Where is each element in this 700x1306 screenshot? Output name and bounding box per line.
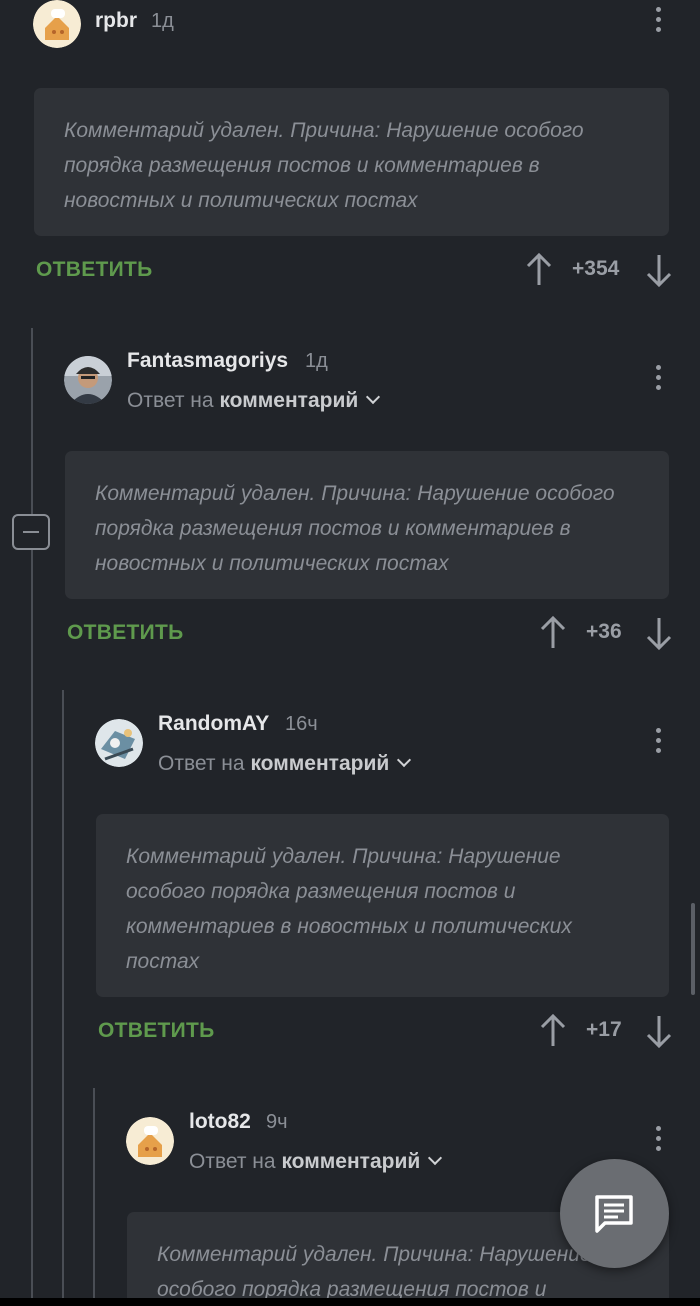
collapse-thread-button[interactable] <box>12 514 50 550</box>
arrow-down-icon[interactable] <box>644 1013 674 1049</box>
arrow-down-icon[interactable] <box>644 615 674 651</box>
comment-icon <box>595 1195 633 1233</box>
reply-to-prefix: Ответ на <box>189 1150 276 1173</box>
comment-author[interactable]: rpbr <box>95 9 137 33</box>
reply-to-prefix: Ответ на <box>127 389 214 412</box>
reply-to-target[interactable]: комментарий <box>250 752 389 775</box>
comment-body: Комментарий удален. Причина: Нарушение о… <box>34 88 669 236</box>
reply-to-link[interactable]: Ответ на комментарий <box>158 752 412 776</box>
system-nav-bar <box>0 1298 700 1306</box>
vote-controls: +17 <box>538 1013 674 1049</box>
thread-line-level-2 <box>62 690 64 1298</box>
comment-author[interactable]: RandomAY <box>158 712 269 736</box>
reply-button[interactable]: ОТВЕТИТЬ <box>98 1019 215 1043</box>
arrow-down-icon[interactable] <box>644 252 674 288</box>
reply-button[interactable]: ОТВЕТИТЬ <box>67 621 184 645</box>
chevron-down-icon[interactable] <box>428 1150 443 1166</box>
kebab-menu-icon[interactable] <box>646 5 670 35</box>
chevron-down-icon[interactable] <box>366 389 381 405</box>
write-comment-button[interactable] <box>560 1159 669 1268</box>
avatar[interactable] <box>126 1117 174 1165</box>
reply-button[interactable]: ОТВЕТИТЬ <box>36 258 153 282</box>
comment-time: 16ч <box>285 713 318 735</box>
comment-time: 9ч <box>266 1111 288 1133</box>
scrollbar-thumb[interactable] <box>691 903 695 995</box>
chevron-down-icon[interactable] <box>397 752 412 768</box>
comment-author[interactable]: loto82 <box>189 1110 251 1134</box>
comment-body: Комментарий удален. Причина: Нарушение о… <box>96 814 669 997</box>
thread-line-level-3 <box>93 1088 95 1298</box>
vote-score: +17 <box>586 1018 622 1041</box>
reply-to-target[interactable]: комментарий <box>219 389 358 412</box>
vote-controls: +36 <box>538 615 674 651</box>
arrow-up-icon[interactable] <box>538 1013 568 1049</box>
kebab-menu-icon[interactable] <box>646 726 670 756</box>
kebab-menu-icon[interactable] <box>646 1124 670 1154</box>
vote-score: +354 <box>572 257 620 280</box>
kebab-menu-icon[interactable] <box>646 363 670 393</box>
vote-controls: +354 <box>524 252 674 288</box>
arrow-up-icon[interactable] <box>524 252 554 288</box>
arrow-up-icon[interactable] <box>538 615 568 651</box>
reply-to-prefix: Ответ на <box>158 752 245 775</box>
avatar[interactable] <box>33 0 81 48</box>
thread-line-level-1 <box>31 328 33 1298</box>
vote-score: +36 <box>586 620 622 643</box>
avatar[interactable] <box>95 719 143 767</box>
reply-to-link[interactable]: Ответ на комментарий <box>189 1150 443 1174</box>
comment-time: 1д <box>305 350 328 372</box>
comment-time: 1д <box>151 10 174 32</box>
reply-to-target[interactable]: комментарий <box>281 1150 420 1173</box>
comment-author[interactable]: Fantasmagoriys <box>127 349 288 373</box>
avatar[interactable] <box>64 356 112 404</box>
reply-to-link[interactable]: Ответ на комментарий <box>127 389 381 413</box>
comment-body: Комментарий удален. Причина: Нарушение о… <box>65 451 669 599</box>
